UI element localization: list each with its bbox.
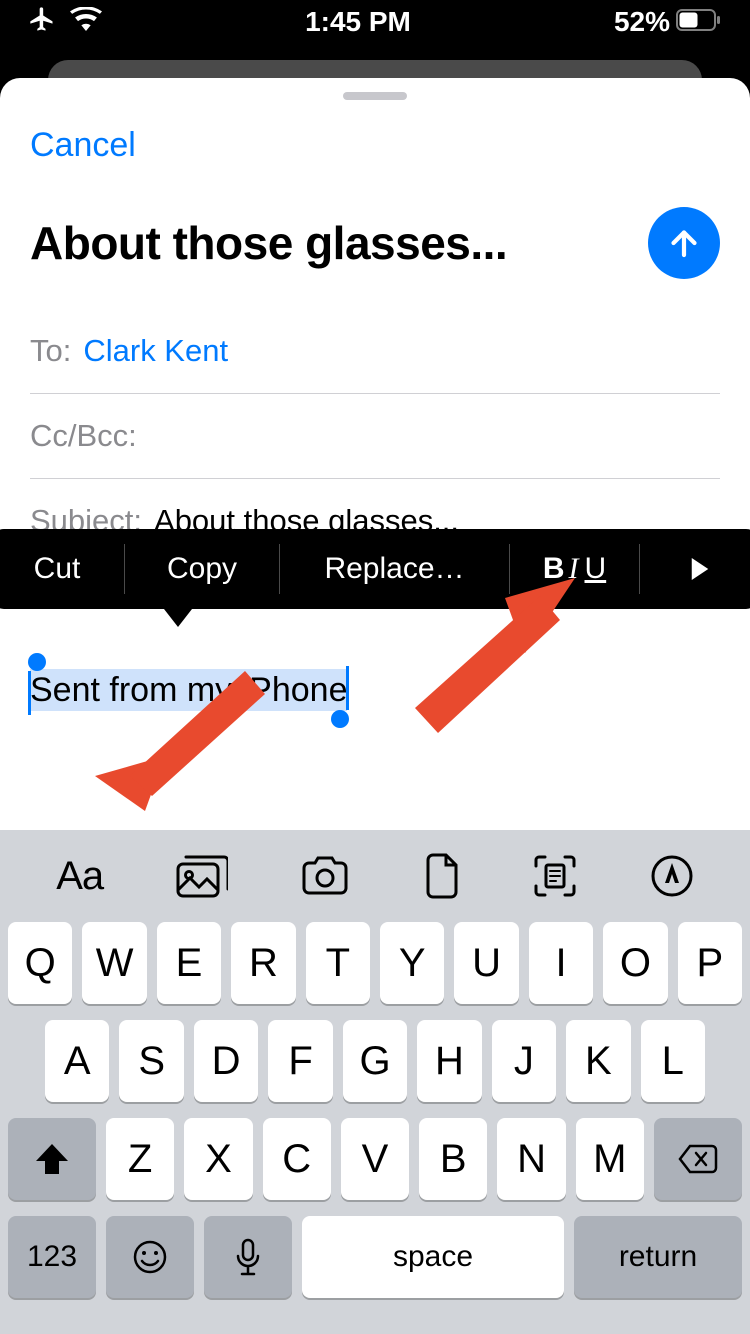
- selection-bar-start: [28, 671, 31, 715]
- status-right: 52%: [614, 6, 722, 38]
- status-time: 1:45 PM: [305, 6, 411, 38]
- camera-button[interactable]: [300, 856, 350, 896]
- camera-icon: [300, 856, 350, 896]
- compose-sheet: Cancel About those glasses... To: Clark …: [0, 78, 750, 1334]
- keyboard-row-1: QWERTYUIOP: [8, 922, 742, 1004]
- key-w[interactable]: W: [82, 922, 146, 1004]
- text-format-button[interactable]: Aa: [56, 854, 103, 899]
- scan-icon: [533, 854, 577, 898]
- key-u[interactable]: U: [454, 922, 518, 1004]
- menu-cut[interactable]: Cut: [0, 544, 125, 594]
- subject-hero-row: About those glasses...: [0, 165, 750, 309]
- italic-icon: I: [569, 552, 579, 586]
- to-label: To:: [30, 333, 71, 369]
- photo-library-button[interactable]: [176, 854, 228, 898]
- status-left: [28, 5, 102, 40]
- bold-icon: B: [543, 552, 565, 586]
- key-n[interactable]: N: [497, 1118, 565, 1200]
- key-k[interactable]: K: [566, 1020, 630, 1102]
- airplane-mode-icon: [28, 5, 56, 40]
- key-a[interactable]: A: [45, 1020, 109, 1102]
- space-key[interactable]: space: [302, 1216, 564, 1298]
- key-y[interactable]: Y: [380, 922, 444, 1004]
- key-v[interactable]: V: [341, 1118, 409, 1200]
- wifi-icon: [70, 6, 102, 38]
- key-z[interactable]: Z: [106, 1118, 174, 1200]
- keyboard-rows: QWERTYUIOP ASDFGHJKL ZXCVBNM 123: [0, 922, 750, 1334]
- key-s[interactable]: S: [119, 1020, 183, 1102]
- status-bar: 1:45 PM 52%: [0, 0, 750, 44]
- arrow-up-icon: [666, 225, 702, 261]
- triangle-right-icon: [691, 558, 709, 580]
- dictation-key[interactable]: [204, 1216, 292, 1298]
- backspace-icon: [678, 1144, 718, 1174]
- keyboard-row-4: 123 space return: [8, 1216, 742, 1310]
- selected-text[interactable]: Sent from my iPhone: [30, 669, 347, 711]
- markup-button[interactable]: [650, 854, 694, 898]
- key-f[interactable]: F: [268, 1020, 332, 1102]
- key-b[interactable]: B: [419, 1118, 487, 1200]
- key-p[interactable]: P: [678, 922, 742, 1004]
- numbers-key[interactable]: 123: [8, 1216, 96, 1298]
- menu-more[interactable]: [640, 544, 750, 594]
- key-o[interactable]: O: [603, 922, 667, 1004]
- keyboard: Aa QWERTYUIOP ASDFGHJKL: [0, 830, 750, 1334]
- cancel-button[interactable]: Cancel: [0, 114, 750, 165]
- backspace-key[interactable]: [654, 1118, 742, 1200]
- emoji-key[interactable]: [106, 1216, 194, 1298]
- shift-key[interactable]: [8, 1118, 96, 1200]
- scan-document-button[interactable]: [533, 854, 577, 898]
- key-d[interactable]: D: [194, 1020, 258, 1102]
- keyboard-row-3: ZXCVBNM: [8, 1118, 742, 1200]
- key-m[interactable]: M: [576, 1118, 644, 1200]
- to-value[interactable]: Clark Kent: [83, 333, 228, 369]
- mic-icon: [235, 1238, 261, 1276]
- battery-icon: [676, 6, 722, 38]
- selection-handle-end[interactable]: [331, 710, 349, 728]
- cc-bcc-label: Cc/Bcc:: [30, 418, 137, 454]
- keyboard-row-2: ASDFGHJKL: [8, 1020, 742, 1102]
- file-icon: [423, 853, 461, 899]
- key-l[interactable]: L: [641, 1020, 705, 1102]
- key-g[interactable]: G: [343, 1020, 407, 1102]
- sheet-grabber[interactable]: [343, 92, 407, 100]
- battery-percent: 52%: [614, 6, 670, 38]
- menu-copy[interactable]: Copy: [125, 544, 280, 594]
- cc-bcc-field[interactable]: Cc/Bcc:: [30, 394, 720, 479]
- selection-wrap: Sent from my iPhone: [30, 671, 347, 710]
- selection-bar-end: [346, 666, 349, 710]
- page-title: About those glasses...: [30, 216, 507, 270]
- menu-replace[interactable]: Replace…: [280, 544, 510, 594]
- email-body[interactable]: Cut Copy Replace… B I U Sent from my iPh…: [0, 563, 750, 710]
- key-q[interactable]: Q: [8, 922, 72, 1004]
- key-h[interactable]: H: [417, 1020, 481, 1102]
- text-context-menu: Cut Copy Replace… B I U: [0, 529, 750, 609]
- key-x[interactable]: X: [184, 1118, 252, 1200]
- markup-icon: [650, 854, 694, 898]
- photo-icon: [176, 854, 228, 898]
- key-c[interactable]: C: [263, 1118, 331, 1200]
- key-t[interactable]: T: [306, 922, 370, 1004]
- menu-pointer: [164, 609, 192, 627]
- return-key[interactable]: return: [574, 1216, 742, 1298]
- underline-icon: U: [585, 552, 607, 586]
- send-button[interactable]: [648, 207, 720, 279]
- menu-biu[interactable]: B I U: [510, 544, 640, 594]
- shift-icon: [36, 1144, 68, 1174]
- keyboard-toolbar: Aa: [0, 830, 750, 922]
- emoji-icon: [132, 1239, 168, 1275]
- attach-file-button[interactable]: [423, 853, 461, 899]
- key-e[interactable]: E: [157, 922, 221, 1004]
- selection-handle-start[interactable]: [28, 653, 46, 671]
- key-j[interactable]: J: [492, 1020, 556, 1102]
- to-field[interactable]: To: Clark Kent: [30, 309, 720, 394]
- key-i[interactable]: I: [529, 922, 593, 1004]
- key-r[interactable]: R: [231, 922, 295, 1004]
